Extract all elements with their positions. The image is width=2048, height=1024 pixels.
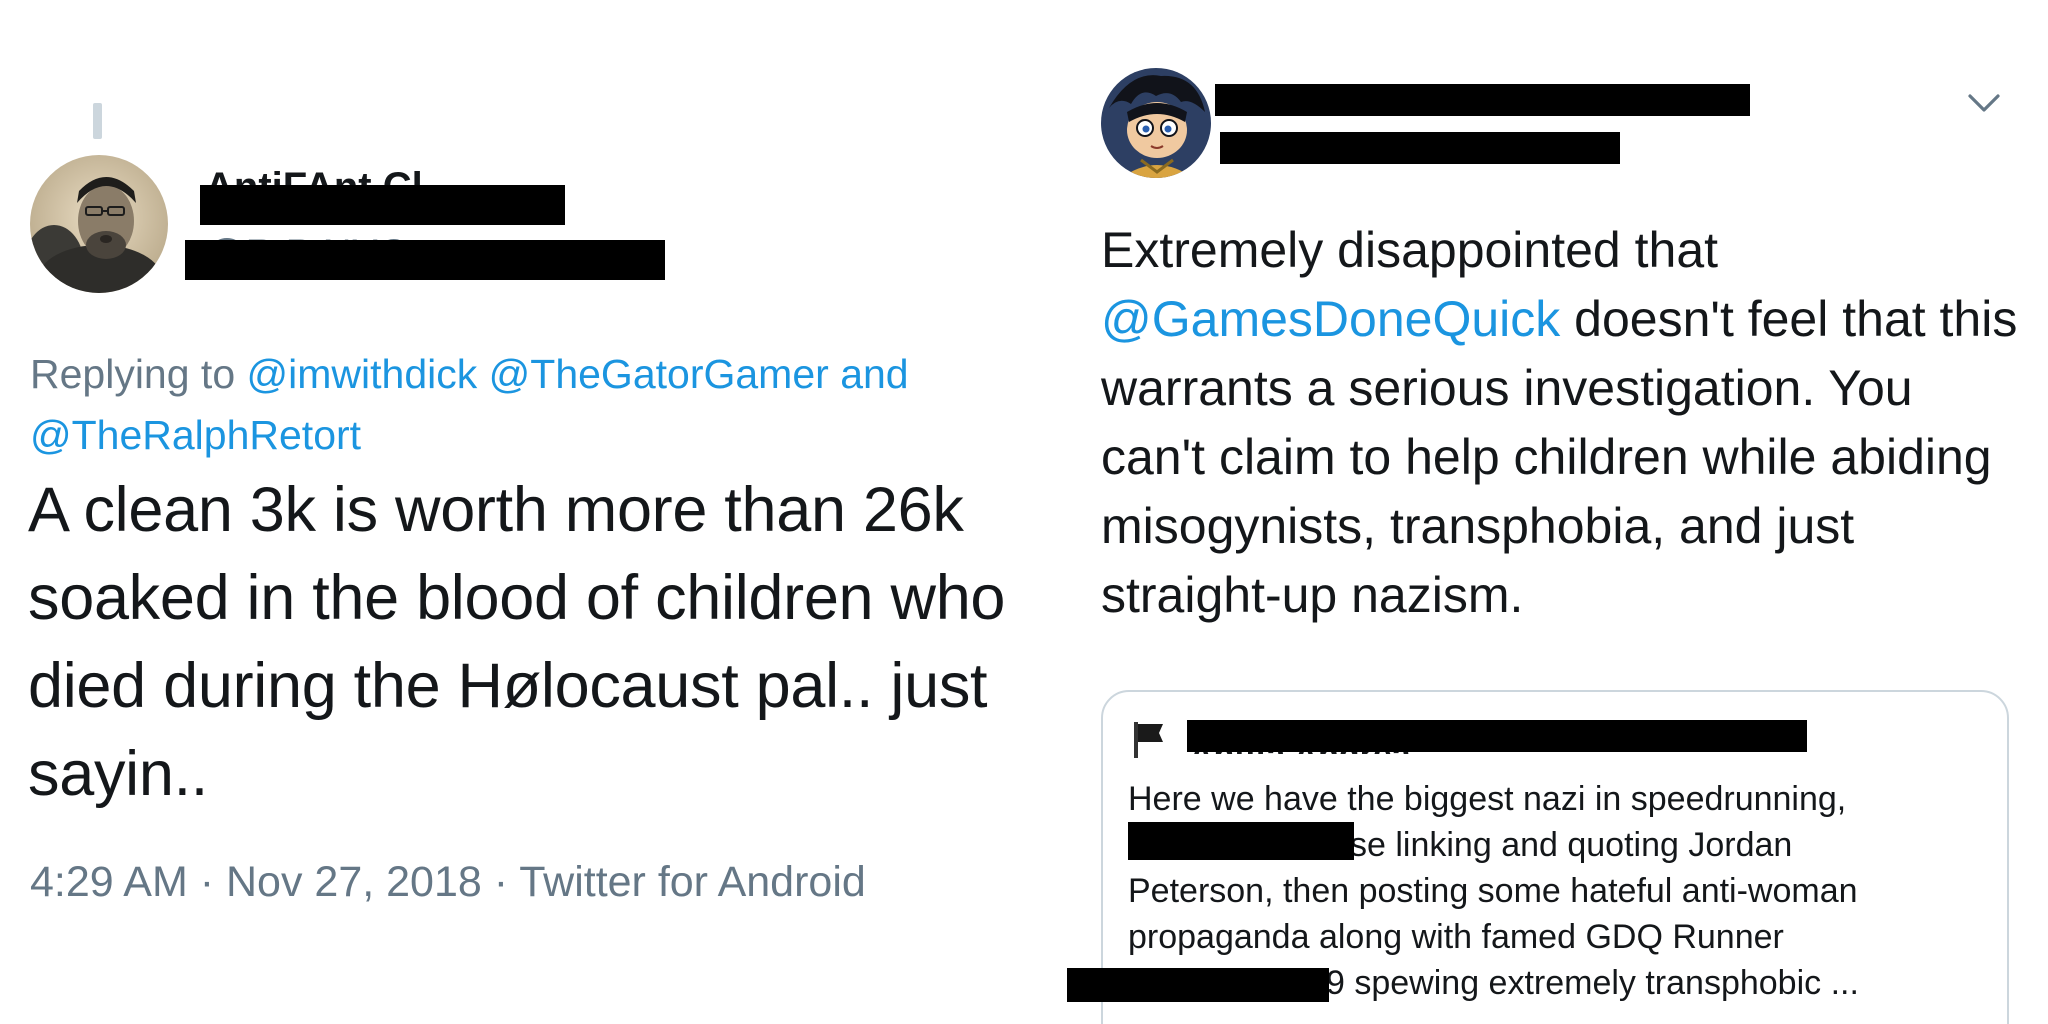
flag-icon xyxy=(1134,722,1163,758)
replying-prefix: Replying to xyxy=(30,351,236,397)
tweet-text: A clean 3k is worth more than 26k soaked… xyxy=(28,475,1006,809)
tweet-date[interactable]: Nov 27, 2018 xyxy=(226,858,482,906)
tweet-source[interactable]: Twitter for Android xyxy=(519,858,866,906)
mention-link[interactable]: @TheGatorGamer xyxy=(489,351,829,397)
avatar-image xyxy=(30,155,168,293)
quoted-text-line: Here we have the biggest nazi in speedru… xyxy=(1128,780,1847,818)
avatar-image xyxy=(1101,68,1211,178)
redaction-bar-name xyxy=(200,185,565,225)
meta-separator: · xyxy=(199,858,215,906)
thread-line xyxy=(93,103,102,139)
user-name-partial: AntiFAnt Cl xyxy=(205,165,423,187)
right-tweet: Extremely disappointed that @GamesDoneQu… xyxy=(1080,0,2048,1024)
screenshot-canvas: AntiFAnt Cl @R P NYC Replying to @imwith… xyxy=(0,0,2048,1024)
redaction-bar-quoted-user xyxy=(1187,720,1807,752)
tweet-time[interactable]: 4:29 AM xyxy=(30,858,188,906)
tweet-meta: 4:29 AM · Nov 27, 2018 · Twitter for And… xyxy=(30,858,866,907)
redaction-bar-name xyxy=(1215,84,1750,116)
left-tweet: AntiFAnt Cl @R P NYC Replying to @imwith… xyxy=(0,0,1080,1024)
mention-link[interactable]: @TheRalphRetort xyxy=(30,412,361,458)
tweet-text-part: Extremely disappointed that xyxy=(1101,222,1719,278)
chevron-down-icon[interactable] xyxy=(1967,86,2001,120)
redaction-bar-quoted-text xyxy=(1067,968,1329,1002)
redaction-bar-handle xyxy=(185,240,665,280)
mention-link[interactable]: @imwithdick xyxy=(247,351,478,397)
quoted-text-line: Peterson, then posting some hateful anti… xyxy=(1128,872,1858,910)
redaction-bar-quoted-text xyxy=(1128,822,1354,860)
reply-and-word: and xyxy=(840,351,909,397)
meta-separator: · xyxy=(493,858,509,906)
redaction-bar-handle xyxy=(1220,132,1620,164)
avatar[interactable] xyxy=(30,155,168,293)
avatar[interactable] xyxy=(1101,68,1211,178)
quoted-text-line: propaganda along with famed GDQ Runner xyxy=(1128,918,1784,956)
tweet-text: Extremely disappointed that @GamesDoneQu… xyxy=(1101,216,2021,630)
replying-to-line: Replying to @imwithdick @TheGatorGamer a… xyxy=(30,344,1070,466)
mention-link[interactable]: @GamesDoneQuick xyxy=(1101,291,1560,347)
